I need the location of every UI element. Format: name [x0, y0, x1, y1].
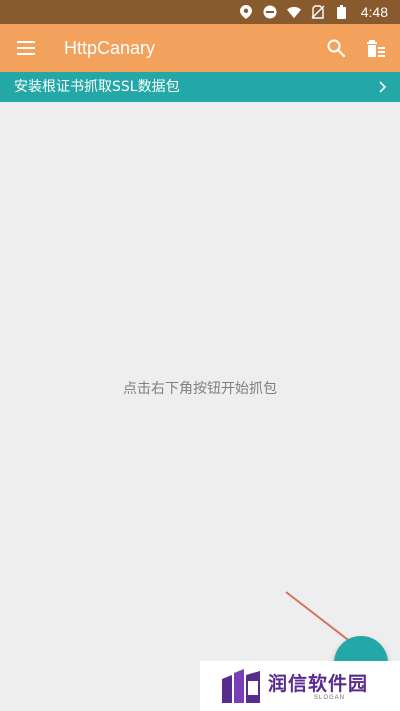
- no-sim-icon: [311, 5, 325, 19]
- app-title: HttpCanary: [64, 38, 156, 58]
- search-icon: [327, 39, 345, 57]
- location-icon: [239, 5, 253, 19]
- ssl-certificate-banner[interactable]: 安装根证书抓取SSL数据包: [0, 72, 400, 102]
- watermark: 润信软件园 SLOGAN: [200, 661, 400, 711]
- clear-button[interactable]: [364, 36, 388, 60]
- watermark-title: 润信软件园: [268, 673, 369, 695]
- watermark-subtitle: SLOGAN: [314, 695, 346, 701]
- empty-state-hint: 点击右下角按钮开始抓包: [123, 381, 277, 397]
- status-time: 4:48: [360, 4, 388, 20]
- dnd-icon: [263, 5, 277, 19]
- clear-icon: [367, 40, 385, 57]
- wifi-icon: [286, 5, 301, 19]
- menu-icon: [17, 41, 35, 55]
- battery-icon: [335, 5, 349, 19]
- app-bar: HttpCanary: [0, 24, 400, 72]
- ssl-banner-text: 安装根证书抓取SSL数据包: [14, 79, 180, 95]
- menu-button[interactable]: [14, 36, 38, 60]
- search-button[interactable]: [324, 36, 348, 60]
- status-icons: 4:48: [239, 3, 388, 21]
- watermark-logo-icon: [222, 669, 260, 703]
- chevron-right-icon: [376, 79, 388, 95]
- status-bar: 4:48: [0, 0, 400, 24]
